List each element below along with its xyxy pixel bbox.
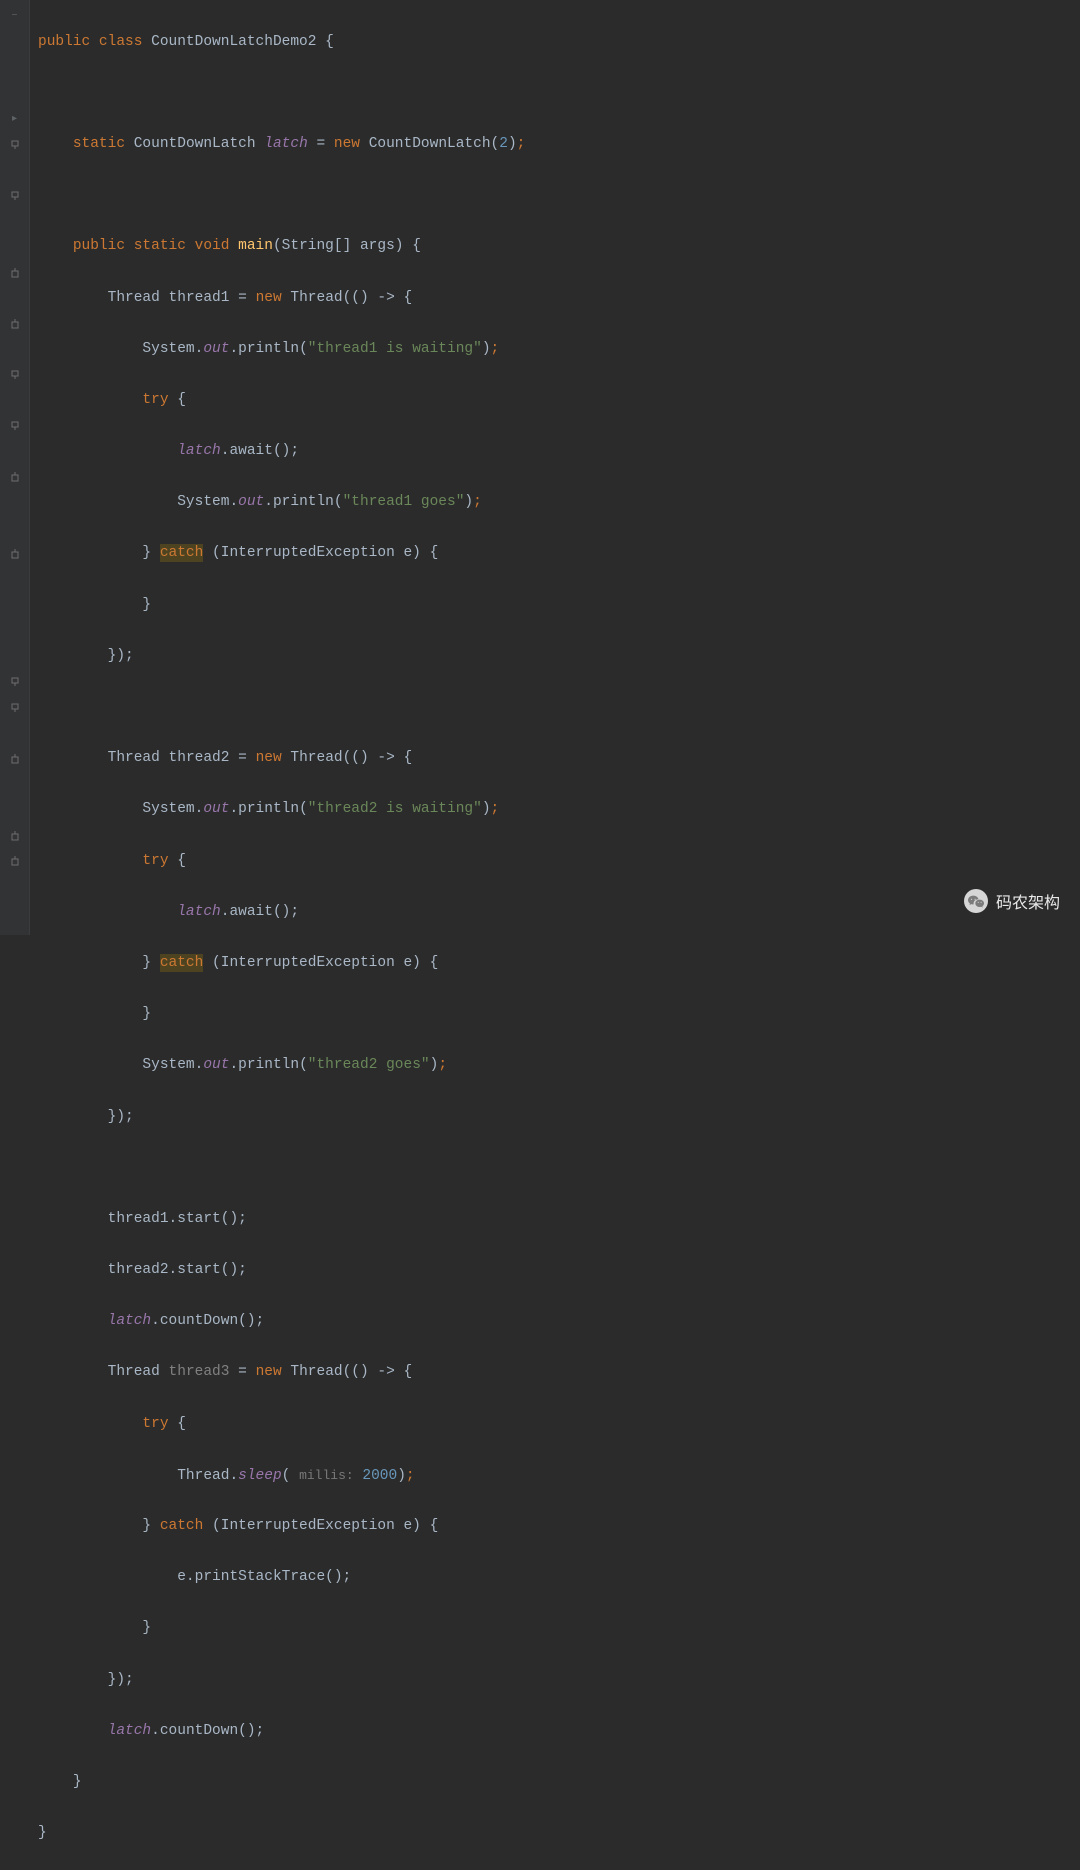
- param-hint-millis: millis:: [299, 1468, 354, 1483]
- code-line: public static void main(String[] args) {: [38, 234, 1080, 260]
- code-line: System.out.println("thread1 is waiting")…: [38, 337, 1080, 363]
- keyword-public-class: public class: [38, 34, 142, 50]
- code-line: } catch (InterruptedException e) {: [38, 1514, 1080, 1540]
- literal-2000: 2000: [362, 1468, 397, 1484]
- code-line: [38, 81, 1080, 107]
- code-line: Thread thread1 = new Thread(() -> {: [38, 286, 1080, 312]
- gutter-mark: [0, 490, 29, 516]
- gutter-mark: [0, 593, 29, 619]
- field-latch: latch: [264, 136, 308, 152]
- class-name: CountDownLatchDemo2: [151, 34, 316, 50]
- code-line: Thread thread2 = new Thread(() -> {: [38, 746, 1080, 772]
- string-literal: "thread2 goes": [308, 1057, 430, 1073]
- code-line: [38, 183, 1080, 209]
- code-line: try {: [38, 388, 1080, 414]
- gutter-fold-icon[interactable]: [0, 695, 29, 721]
- code-line: try {: [38, 1412, 1080, 1438]
- method-main: main: [238, 238, 273, 254]
- gutter-mark: [0, 209, 29, 235]
- unused-var-thread3: thread3: [169, 1364, 230, 1380]
- code-line: latch.await();: [38, 439, 1080, 465]
- gutter-fold-icon[interactable]: [0, 465, 29, 491]
- gutter-fold-icon[interactable]: [0, 541, 29, 567]
- code-line: thread2.start();: [38, 1258, 1080, 1284]
- gutter-mark: [0, 797, 29, 823]
- code-line: }: [38, 1002, 1080, 1028]
- gutter-mark: −: [0, 4, 29, 30]
- code-line: System.out.println("thread1 goes");: [38, 490, 1080, 516]
- literal-2: 2: [499, 136, 508, 152]
- code-line: System.out.println("thread2 goes");: [38, 1053, 1080, 1079]
- string-literal: "thread1 is waiting": [308, 341, 482, 357]
- gutter-fold-icon[interactable]: [0, 823, 29, 849]
- editor-gutter: − ▸: [0, 0, 30, 935]
- keyword-catch-highlighted: catch: [160, 544, 204, 562]
- code-line: e.printStackTrace();: [38, 1565, 1080, 1591]
- gutter-mark: [0, 567, 29, 593]
- code-line: [38, 695, 1080, 721]
- gutter-fold-icon[interactable]: [0, 311, 29, 337]
- gutter-mark: ▸: [0, 106, 29, 132]
- code-editor[interactable]: public class CountDownLatchDemo2 { stati…: [30, 0, 1080, 1870]
- gutter-mark: [0, 900, 29, 926]
- gutter-fold-icon[interactable]: [0, 183, 29, 209]
- gutter-mark: [0, 772, 29, 798]
- gutter-fold-icon[interactable]: [0, 669, 29, 695]
- code-line: latch.countDown();: [38, 1309, 1080, 1335]
- gutter-mark: [0, 337, 29, 363]
- gutter-fold-icon[interactable]: [0, 260, 29, 286]
- watermark: 码农架构: [964, 889, 1060, 913]
- code-line: } catch (InterruptedException e) {: [38, 541, 1080, 567]
- gutter-mark: [0, 286, 29, 312]
- gutter-fold-icon[interactable]: [0, 132, 29, 158]
- gutter-mark: [0, 644, 29, 670]
- code-line: });: [38, 1668, 1080, 1694]
- gutter-mark: [0, 721, 29, 747]
- code-line: Thread.sleep( millis: 2000);: [38, 1463, 1080, 1489]
- gutter-mark: [0, 30, 29, 56]
- code-line: public class CountDownLatchDemo2 {: [38, 30, 1080, 56]
- code-line: latch.countDown();: [38, 1719, 1080, 1745]
- code-line: }: [38, 1616, 1080, 1642]
- string-literal: "thread1 goes": [343, 494, 465, 510]
- gutter-fold-icon[interactable]: [0, 746, 29, 772]
- gutter-mark: [0, 158, 29, 184]
- code-line: Thread thread3 = new Thread(() -> {: [38, 1360, 1080, 1386]
- code-line: }: [38, 1770, 1080, 1796]
- code-line: }: [38, 593, 1080, 619]
- code-line: latch.await();: [38, 900, 1080, 926]
- code-line: static CountDownLatch latch = new CountD…: [38, 132, 1080, 158]
- code-line: });: [38, 644, 1080, 670]
- gutter-fold-icon[interactable]: [0, 849, 29, 875]
- gutter-mark: [0, 439, 29, 465]
- code-line: }: [38, 1821, 1080, 1847]
- code-line: thread1.start();: [38, 1207, 1080, 1233]
- gutter-mark: [0, 81, 29, 107]
- keyword-catch-highlighted: catch: [160, 954, 204, 972]
- gutter-mark: [0, 234, 29, 260]
- code-line: [38, 1156, 1080, 1182]
- wechat-icon: [964, 889, 988, 913]
- code-line: });: [38, 1105, 1080, 1131]
- gutter-fold-icon[interactable]: [0, 362, 29, 388]
- gutter-mark: [0, 55, 29, 81]
- gutter-mark: [0, 874, 29, 900]
- gutter-fold-icon[interactable]: [0, 414, 29, 440]
- method-sleep: sleep: [238, 1468, 282, 1484]
- gutter-mark: [0, 618, 29, 644]
- watermark-text: 码农架构: [996, 889, 1060, 913]
- string-literal: "thread2 is waiting": [308, 801, 482, 817]
- code-line: System.out.println("thread2 is waiting")…: [38, 797, 1080, 823]
- code-line: try {: [38, 849, 1080, 875]
- gutter-mark: [0, 516, 29, 542]
- gutter-mark: [0, 388, 29, 414]
- code-line: } catch (InterruptedException e) {: [38, 951, 1080, 977]
